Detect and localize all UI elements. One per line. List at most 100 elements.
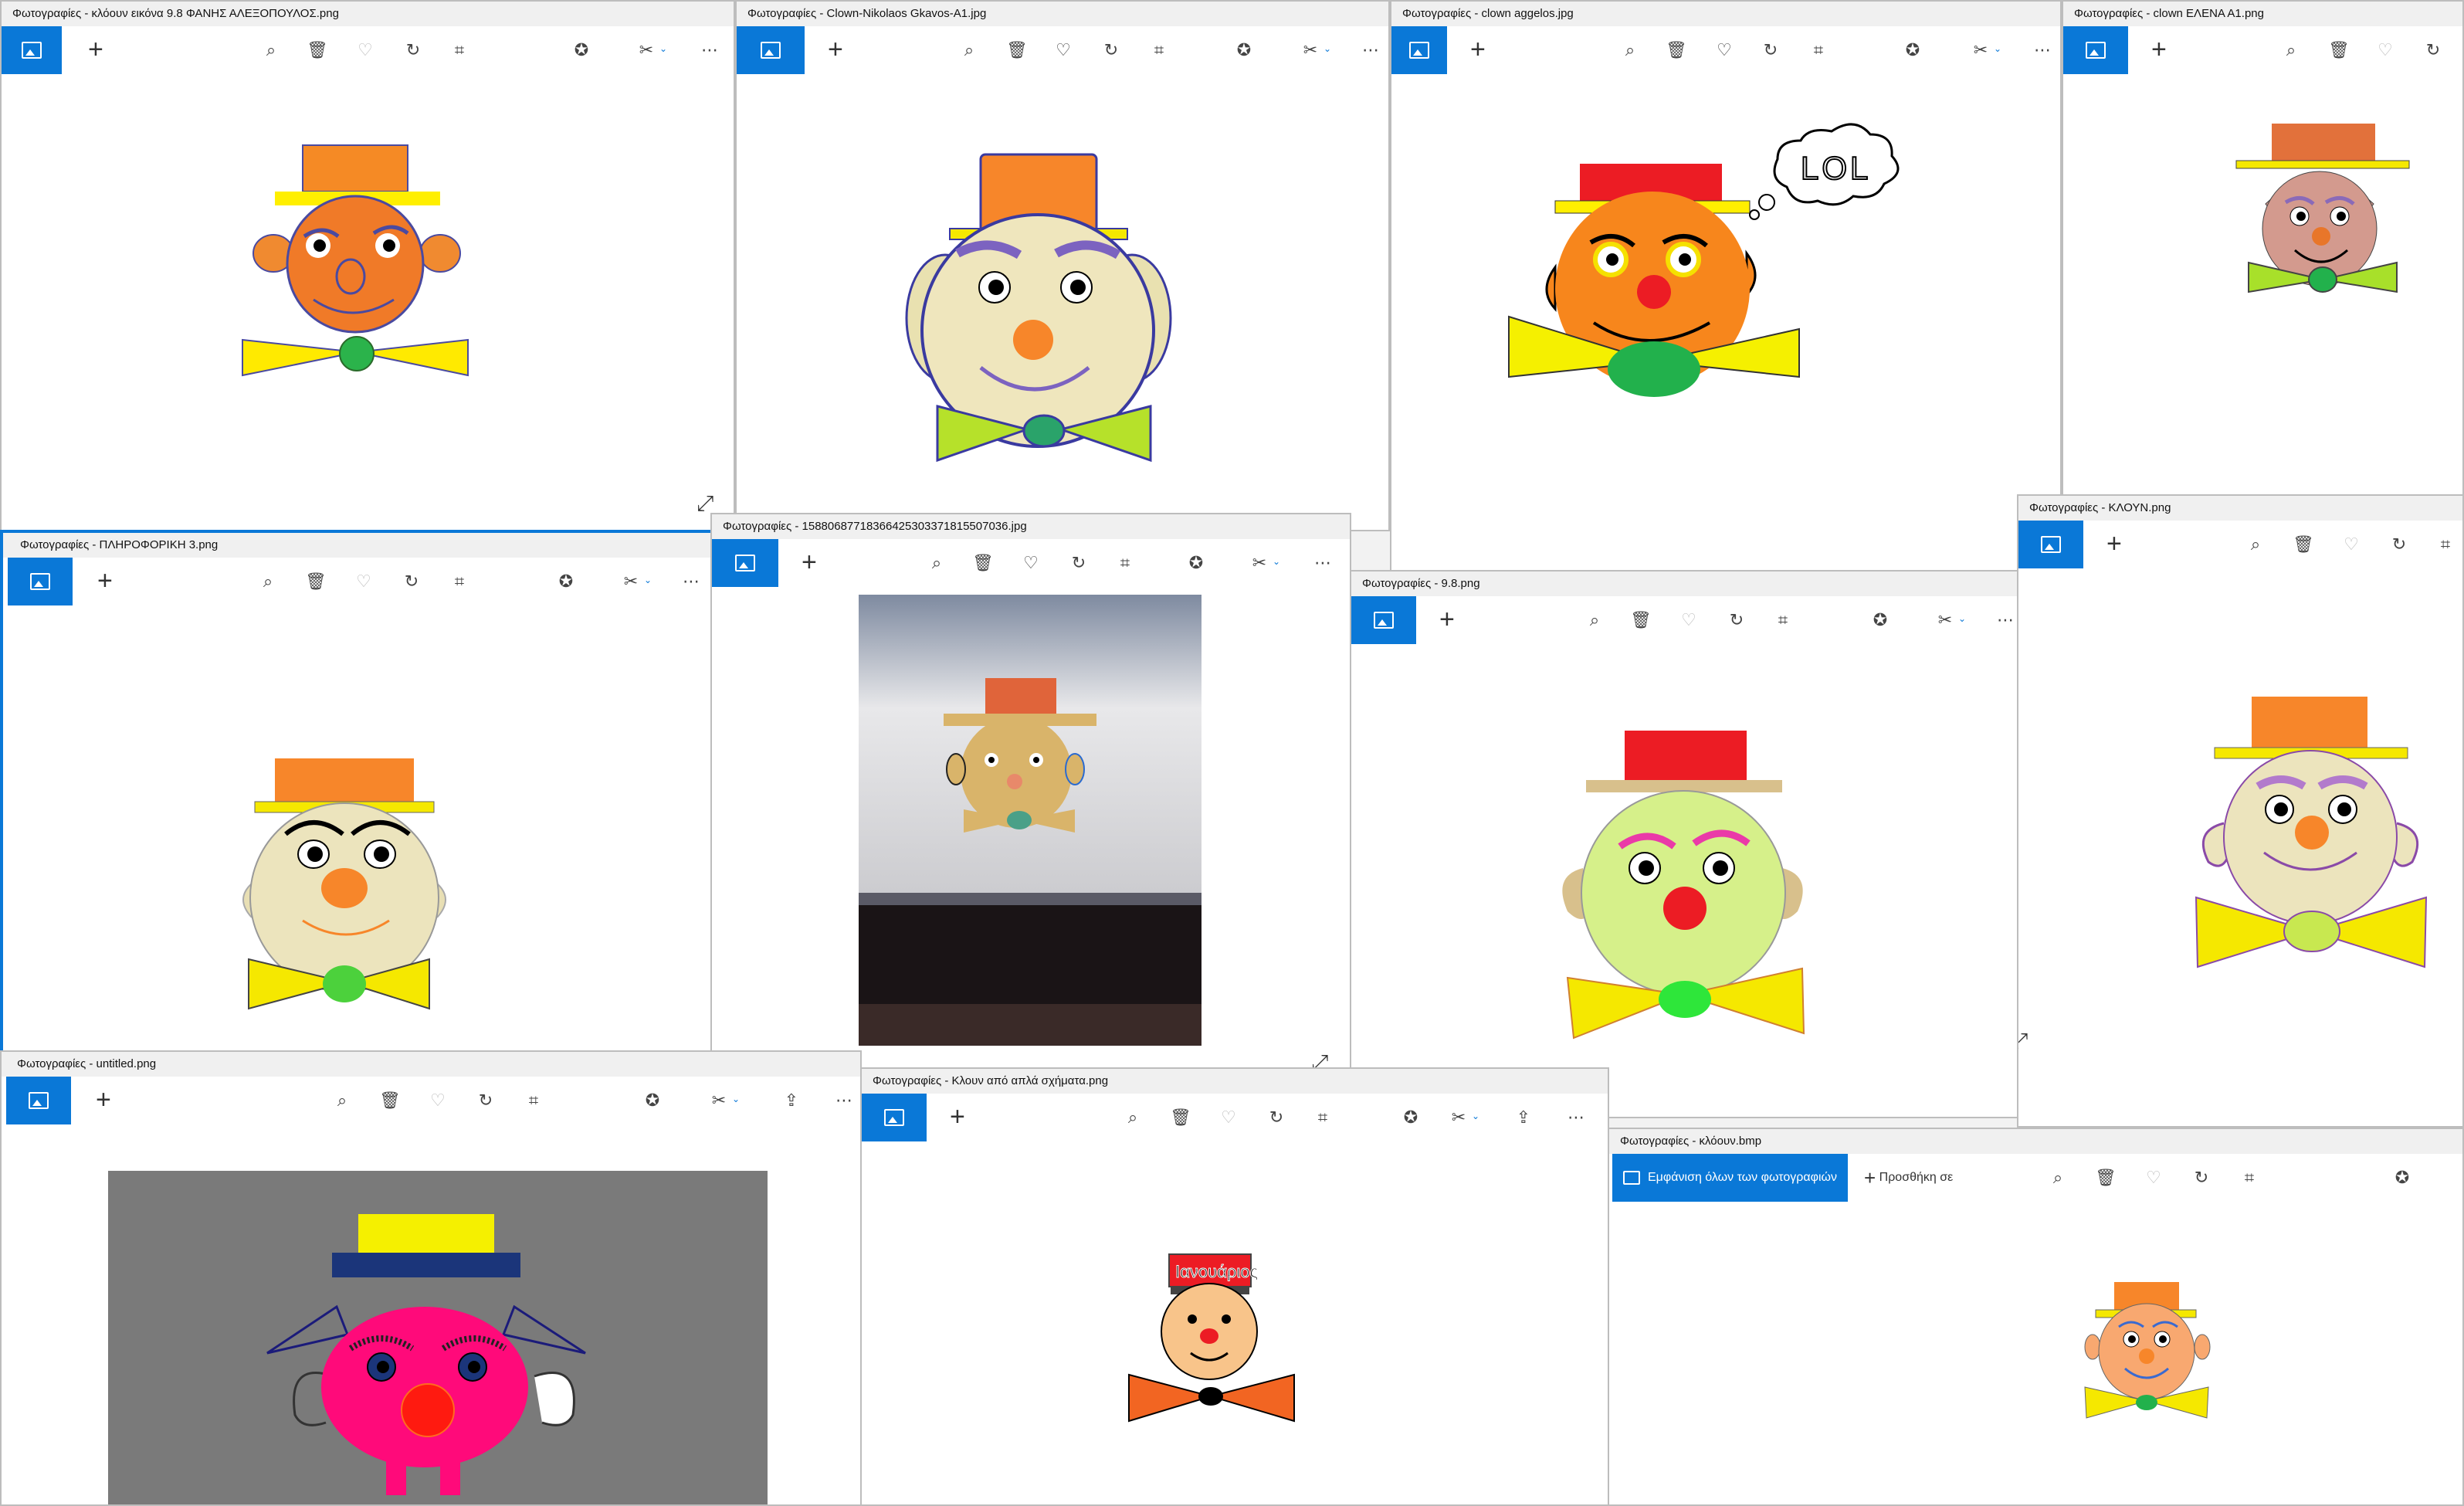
share-icon[interactable]: ⇪ [1510, 1104, 1537, 1131]
heart-icon[interactable]: ♡ [1215, 1104, 1242, 1131]
more-icon[interactable]: ⋯ [2029, 37, 2056, 63]
rotate-icon[interactable]: ↻ [473, 1087, 499, 1114]
crop-icon[interactable]: ⌗ [520, 1087, 547, 1114]
trash-icon[interactable]: 🗑 [1168, 1104, 1194, 1131]
photo-window-7[interactable]: Φωτογραφίες - 9.8.png + ⌕ 🗑 ♡ ↻ ⌗ ✪ ✂ ⌄ … [1350, 570, 2022, 1118]
crop-icon[interactable]: ⌗ [446, 37, 473, 63]
enhance-icon[interactable]: ✪ [1183, 550, 1209, 576]
more-icon[interactable]: ⋯ [831, 1087, 857, 1114]
chevron-down-icon[interactable]: ⌄ [1324, 43, 1331, 54]
enhance-icon[interactable]: ✪ [2389, 1165, 2415, 1191]
add-button[interactable]: + [2151, 36, 2167, 63]
photo-window-6[interactable]: Φωτογραφίες - 15880687718366425303371815… [710, 513, 1351, 1083]
chevron-down-icon[interactable]: ⌄ [644, 575, 652, 585]
heart-icon[interactable]: ♡ [352, 37, 378, 63]
photo-tile-button[interactable] [6, 1077, 71, 1124]
edit-create-icon[interactable]: ✂ [1297, 37, 1324, 63]
heart-icon[interactable]: ♡ [1711, 37, 1737, 63]
photo-window-4[interactable]: Φωτογραφίες - clown ΕΛΕΝΑ Α1.png + ⌕ 🗑 ♡… [2062, 0, 2464, 541]
heart-icon[interactable]: ♡ [2338, 531, 2364, 558]
add-button[interactable]: + [88, 36, 103, 63]
trash-icon[interactable]: 🗑 [2093, 1165, 2119, 1191]
chevron-down-icon[interactable]: ⌄ [1994, 43, 2001, 54]
enhance-icon[interactable]: ✪ [553, 568, 579, 595]
heart-icon[interactable]: ♡ [2372, 37, 2398, 63]
enhance-icon[interactable]: ✪ [1867, 607, 1893, 633]
photo-tile-button[interactable] [2018, 521, 2083, 568]
rotate-icon[interactable]: ↻ [1066, 550, 1092, 576]
rotate-icon[interactable]: ↻ [400, 37, 426, 63]
trash-icon[interactable]: 🗑 [2326, 37, 2352, 63]
heart-icon[interactable]: ♡ [1018, 550, 1044, 576]
edit-create-icon[interactable]: ✂ [618, 568, 644, 595]
photo-tile-button[interactable] [1391, 26, 1447, 74]
photo-tile-button[interactable] [2063, 26, 2128, 74]
view-all-photos-button[interactable]: Εμφάνιση όλων των φωτογραφιών [1612, 1154, 1849, 1202]
trash-icon[interactable]: 🗑 [1628, 607, 1654, 633]
crop-icon[interactable]: ⌗ [1770, 607, 1796, 633]
chevron-down-icon[interactable]: ⌄ [1958, 613, 1966, 624]
edit-create-icon[interactable]: ✂ [1246, 550, 1273, 576]
rotate-icon[interactable]: ↻ [1098, 37, 1124, 63]
crop-icon[interactable]: ⌗ [1805, 37, 1832, 63]
more-icon[interactable]: ⋯ [1563, 1104, 1589, 1131]
trash-icon[interactable]: 🗑 [1004, 37, 1030, 63]
add-button[interactable]: + [802, 548, 817, 576]
heart-icon[interactable]: ♡ [351, 568, 377, 595]
photo-tile-button[interactable] [737, 26, 805, 74]
rotate-icon[interactable]: ↻ [1263, 1104, 1290, 1131]
photo-tile-button[interactable] [1351, 596, 1416, 644]
zoom-icon[interactable]: ⌕ [1120, 1104, 1146, 1131]
zoom-icon[interactable]: ⌕ [956, 37, 982, 63]
photo-window-3[interactable]: Φωτογραφίες - clown aggelos.jpg + ⌕ 🗑 ♡ … [1390, 0, 2062, 572]
crop-icon[interactable]: ⌗ [2432, 531, 2459, 558]
crop-icon[interactable]: ⌗ [1112, 550, 1138, 576]
add-button[interactable]: + [2106, 530, 2122, 558]
rotate-icon[interactable]: ↻ [1723, 607, 1750, 633]
add-button[interactable]: + [950, 1103, 965, 1131]
trash-icon[interactable]: 🗑 [304, 37, 330, 63]
photo-window-10[interactable]: Φωτογραφίες - Κλουν από απλά σχήματα.png… [860, 1067, 1609, 1506]
chevron-down-icon[interactable]: ⌄ [659, 43, 667, 54]
enhance-icon[interactable]: ✪ [1231, 37, 1257, 63]
add-button[interactable]: + [97, 567, 113, 595]
add-to-button[interactable]: + Προσθήκη σε [1864, 1154, 1953, 1202]
trash-icon[interactable]: 🗑 [377, 1087, 403, 1114]
add-button[interactable]: + [1470, 36, 1486, 63]
heart-icon[interactable]: ♡ [425, 1087, 451, 1114]
zoom-icon[interactable]: ⌕ [2045, 1165, 2071, 1191]
zoom-icon[interactable]: ⌕ [924, 550, 950, 576]
zoom-icon[interactable]: ⌕ [258, 37, 284, 63]
add-button[interactable]: + [1439, 605, 1455, 633]
expand-icon[interactable]: ⤢ [2018, 1029, 2028, 1054]
edit-create-icon[interactable]: ✂ [1932, 607, 1958, 633]
photo-window-5[interactable]: Φωτογραφίες - ΠΛΗΡΟΦΟΡΙΚΗ 3.png + ⌕ 🗑 ♡ … [0, 530, 718, 1063]
photo-tile-button[interactable] [8, 558, 73, 605]
rotate-icon[interactable]: ↻ [398, 568, 425, 595]
heart-icon[interactable]: ♡ [1676, 607, 1702, 633]
zoom-icon[interactable]: ⌕ [329, 1087, 355, 1114]
trash-icon[interactable]: 🗑 [1663, 37, 1690, 63]
more-icon[interactable]: ⋯ [1357, 37, 1384, 63]
more-icon[interactable]: ⋯ [696, 37, 723, 63]
rotate-icon[interactable]: ↻ [2188, 1165, 2215, 1191]
trash-icon[interactable]: 🗑 [303, 568, 329, 595]
rotate-icon[interactable]: ↻ [2420, 37, 2446, 63]
more-icon[interactable]: ⋯ [1310, 550, 1336, 576]
crop-icon[interactable]: ⌗ [1310, 1104, 1336, 1131]
enhance-icon[interactable]: ✪ [1398, 1104, 1424, 1131]
zoom-icon[interactable]: ⌕ [255, 568, 281, 595]
photo-window-2[interactable]: Φωτογραφίες - Clown-Nikolaos Gkavos-A1.j… [735, 0, 1390, 531]
edit-create-icon[interactable]: ✂ [706, 1087, 732, 1114]
zoom-icon[interactable]: ⌕ [2278, 37, 2304, 63]
edit-create-icon[interactable]: ✂ [1967, 37, 1994, 63]
photo-tile-button[interactable] [862, 1094, 927, 1141]
share-icon[interactable]: ⇪ [778, 1087, 805, 1114]
chevron-down-icon[interactable]: ⌄ [1273, 556, 1280, 567]
trash-icon[interactable]: 🗑 [2290, 531, 2317, 558]
zoom-icon[interactable]: ⌕ [1581, 607, 1608, 633]
photo-window-8[interactable]: Φωτογραφίες - ΚΛΟΥΝ.png + ⌕ 🗑 ♡ ↻ ⌗ ⤢ [2017, 494, 2464, 1128]
crop-icon[interactable]: ⌗ [1146, 37, 1172, 63]
chevron-down-icon[interactable]: ⌄ [732, 1094, 740, 1104]
heart-icon[interactable]: ♡ [1050, 37, 1076, 63]
